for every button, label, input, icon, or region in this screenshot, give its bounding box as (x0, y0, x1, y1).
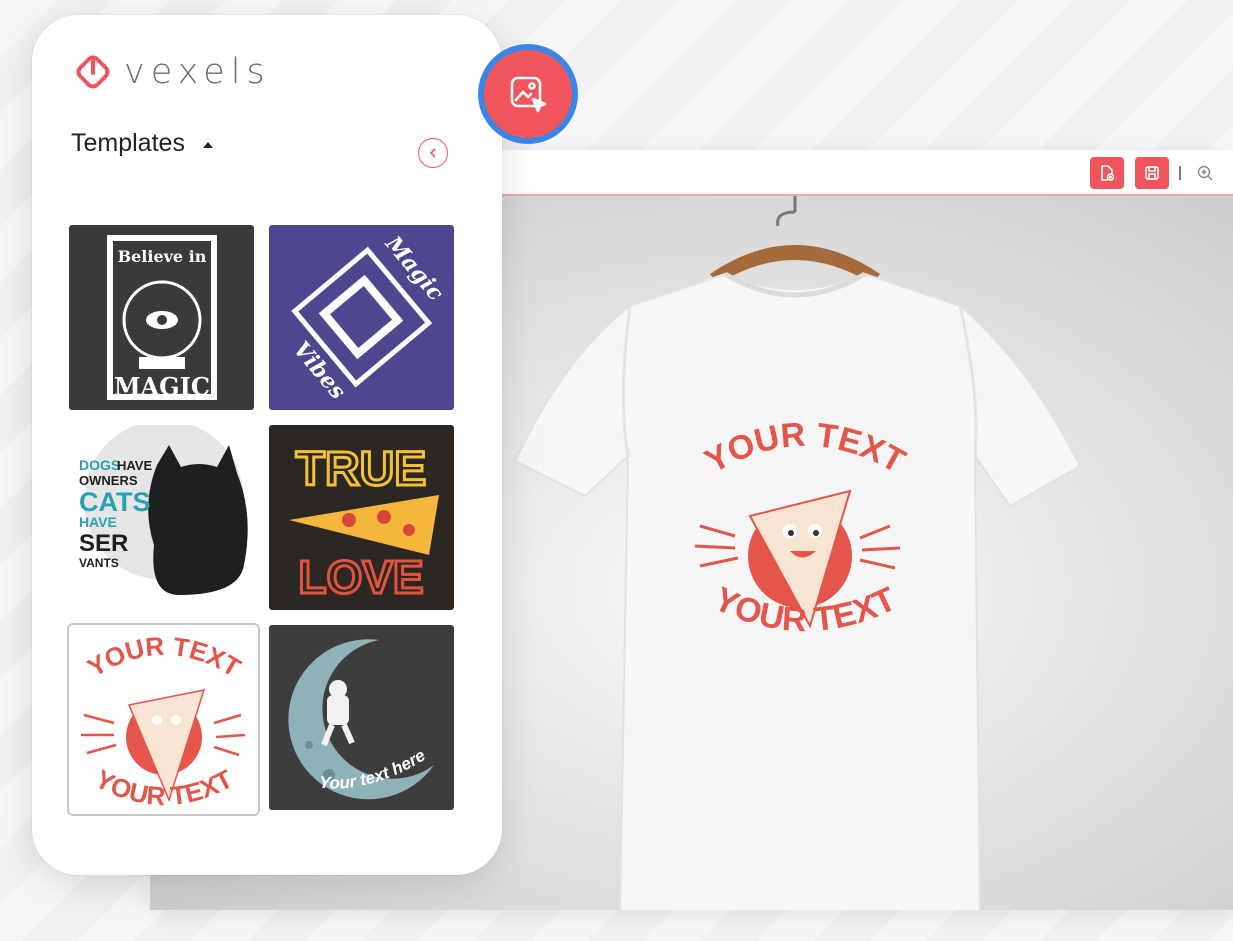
print-top-text: YOUR TEXT (699, 416, 912, 481)
tile-text-your-text-top: YOUR TEXT (82, 631, 246, 683)
tile-text-dogs: DOGS (79, 457, 120, 473)
collapse-panel-button[interactable] (418, 138, 448, 168)
tile-text-magic: MAGIC (114, 372, 210, 401)
template-astronaut-moon[interactable]: Your text here (269, 625, 454, 810)
image-select-icon (510, 76, 547, 113)
tile-text-vants: VANTS (79, 556, 119, 570)
image-tool-inner (484, 50, 572, 138)
zoom-in-icon (1197, 165, 1213, 181)
tile-text-have-2: HAVE (79, 514, 117, 530)
templates-dropdown[interactable]: Templates (71, 129, 213, 158)
tile-text-cats: CATS (79, 487, 151, 517)
toolbar-divider (1179, 166, 1181, 180)
template-magic-vibes[interactable]: Magic Vibes (269, 225, 454, 410)
tile-text-true: TRUE (296, 443, 427, 496)
tshirt-mockup: YOUR TEXT YOUR TEXT (510, 196, 1082, 910)
tile-text-have-1: HAVE (117, 458, 152, 473)
templates-title: Templates (71, 129, 185, 157)
tile-text-ser: SER (79, 530, 128, 557)
vexels-logo[interactable]: vexels (72, 51, 271, 93)
image-tool-button[interactable] (478, 44, 578, 144)
zoom-in-button[interactable] (1194, 162, 1216, 184)
tile-text-love: LOVE (298, 551, 423, 603)
tile-text-magic-script: Magic (379, 230, 449, 306)
tile-text-owners: OWNERS (79, 473, 138, 488)
new-file-button[interactable] (1090, 157, 1124, 189)
template-dogs-cats[interactable]: DOGS HAVE OWNERS CATS HAVE SER VANTS (69, 425, 254, 610)
template-pizza-your-text[interactable]: YOUR TEXT YOUR TEXT (67, 623, 260, 816)
tile-text-believe: Believe in (118, 247, 207, 266)
template-believe-in-magic[interactable]: Believe in MAGIC (69, 225, 254, 410)
vexels-logo-text: vexels (124, 52, 271, 92)
save-icon (1145, 166, 1159, 180)
caret-up-icon (202, 141, 213, 148)
chevron-left-icon (429, 148, 436, 158)
save-button[interactable] (1135, 157, 1169, 189)
vexels-logo-icon (76, 55, 110, 89)
templates-panel: vexels Templates Believe in MAGIC Magic … (32, 15, 502, 875)
shirt-print-design[interactable]: YOUR TEXT YOUR TEXT (690, 406, 920, 666)
template-true-love[interactable]: TRUE LOVE (269, 425, 454, 610)
file-add-icon (1101, 165, 1115, 181)
